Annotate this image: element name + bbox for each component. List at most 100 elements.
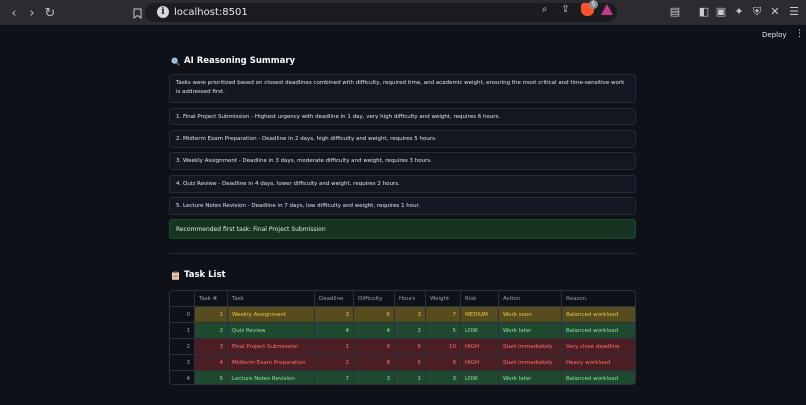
weight-cell[interactable]: 3 (426, 371, 461, 384)
deadline-cell[interactable]: 3 (315, 307, 354, 323)
column-header-hours[interactable]: Hours (395, 291, 426, 307)
app-header (0, 25, 806, 45)
reader-mode-icon[interactable]: ▤ (668, 5, 682, 19)
weight-cell[interactable]: 9 (426, 355, 461, 371)
deadline-cell[interactable]: 1 (315, 339, 354, 355)
table-row[interactable]: 1 2 Quiz Review 4 4 2 5 LOW Work later Balanced w… (170, 323, 635, 339)
task-name-cell[interactable]: Lecture Notes Revision (228, 371, 315, 384)
deadline-cell[interactable]: 2 (315, 355, 354, 371)
hours-cell[interactable]: 3 (395, 307, 426, 323)
column-header-risk[interactable]: Risk (461, 291, 499, 307)
magnifying-glass-icon (171, 57, 180, 66)
deadline-cell[interactable]: 4 (315, 323, 354, 339)
risk-cell[interactable]: MEDIUM (461, 307, 499, 323)
difficulty-cell[interactable]: 9 (354, 339, 395, 355)
reasoning-intro: Tasks were prioritized based on closest … (169, 74, 636, 103)
reason-cell[interactable]: Balanced workload (562, 307, 635, 323)
brave-rewards-icon[interactable] (601, 4, 613, 15)
difficulty-cell[interactable]: 4 (354, 323, 395, 339)
row-index[interactable]: 4 (170, 371, 195, 384)
vpn-icon[interactable]: ⛨ (750, 5, 764, 19)
table-row[interactable]: 0 1 Weekly Assignment 3 6 3 7 MEDIUM Work soon Ba… (170, 307, 635, 323)
weight-cell[interactable]: 10 (426, 339, 461, 355)
task-number-cell[interactable]: 4 (195, 355, 228, 371)
main-menu-icon[interactable]: ⋮ (795, 29, 804, 39)
reason-cell[interactable]: Balanced workload (562, 371, 635, 384)
reasoning-item: 4. Quiz Review - Deadline in 4 days, low… (169, 175, 636, 193)
difficulty-cell[interactable]: 6 (354, 307, 395, 323)
table-row[interactable]: 2 3 Final Project Submission 1 9 6 10 HIGH Start… (170, 339, 635, 355)
column-header-weight[interactable]: Weight (426, 291, 461, 307)
row-index[interactable]: 1 (170, 323, 195, 339)
task-name-cell[interactable]: Midterm Exam Preparation (228, 355, 315, 371)
hours-cell[interactable]: 2 (395, 323, 426, 339)
hours-cell[interactable]: 6 (395, 339, 426, 355)
leo-ai-icon[interactable]: ✦ (732, 5, 746, 19)
task-name-cell[interactable]: Quiz Review (228, 323, 315, 339)
task-table[interactable]: Task # Task Deadline Difficulty Hours We… (169, 290, 636, 385)
table-row[interactable]: 4 5 Lecture Notes Revision 7 3 1 3 LOW Work late… (170, 371, 635, 384)
risk-cell[interactable]: HIGH (461, 355, 499, 371)
reasoning-item: 5. Lecture Notes Revision - Deadline in … (169, 197, 636, 215)
table-header-row: Task # Task Deadline Difficulty Hours We… (170, 291, 635, 307)
sidebar-icon[interactable]: ◧ (697, 5, 711, 19)
browser-toolbar: ‹ › ↻ i localhost:8501 ⌕ ⇪ 5 ▤ ◧ ▣ ✦ ⛨ ✕… (0, 0, 806, 25)
section-divider (169, 253, 636, 254)
column-header-task-number[interactable]: Task # (195, 291, 228, 307)
row-index[interactable]: 3 (170, 355, 195, 371)
action-cell[interactable]: Start immediately (499, 355, 562, 371)
action-cell[interactable]: Work later (499, 323, 562, 339)
risk-cell[interactable]: HIGH (461, 339, 499, 355)
reason-cell[interactable]: Heavy workload (562, 355, 635, 371)
deadline-cell[interactable]: 7 (315, 371, 354, 384)
task-number-cell[interactable]: 1 (195, 307, 228, 323)
hours-cell[interactable]: 5 (395, 355, 426, 371)
zoom-icon[interactable]: ⌕ (538, 3, 551, 16)
task-number-cell[interactable]: 3 (195, 339, 228, 355)
reload-icon[interactable]: ↻ (42, 5, 58, 21)
column-header-task[interactable]: Task (228, 291, 315, 307)
bookmark-icon[interactable] (129, 5, 145, 21)
extensions-icon[interactable]: ✕ (768, 5, 782, 19)
column-header-action[interactable]: Action (499, 291, 562, 307)
action-cell[interactable]: Work later (499, 371, 562, 384)
task-list-title: Task List (184, 270, 226, 280)
reasoning-summary-title: AI Reasoning Summary (184, 56, 296, 66)
reasoning-summary-heading: AI Reasoning Summary (171, 56, 295, 66)
task-name-cell[interactable]: Final Project Submission (228, 339, 315, 355)
reason-cell[interactable]: Very close deadline (562, 339, 635, 355)
column-header-difficulty[interactable]: Difficulty (354, 291, 395, 307)
share-icon[interactable]: ⇪ (559, 3, 572, 16)
column-header-deadline[interactable]: Deadline (315, 291, 354, 307)
table-row[interactable]: 3 4 Midterm Exam Preparation 2 8 5 9 HIGH Start … (170, 355, 635, 371)
task-number-cell[interactable]: 5 (195, 371, 228, 384)
action-cell[interactable]: Work soon (499, 307, 562, 323)
difficulty-cell[interactable]: 8 (354, 355, 395, 371)
action-cell[interactable]: Start immediately (499, 339, 562, 355)
url-text[interactable]: localhost:8501 (174, 5, 248, 20)
column-header-reason[interactable]: Reason (562, 291, 635, 307)
column-header-index[interactable] (170, 291, 195, 307)
task-name-cell[interactable]: Weekly Assignment (228, 307, 315, 323)
browser-menu-icon[interactable]: ☰ (787, 5, 801, 19)
row-index[interactable]: 0 (170, 307, 195, 323)
risk-cell[interactable]: LOW (461, 323, 499, 339)
reasoning-item: 2. Midterm Exam Preparation - Deadline i… (169, 130, 636, 148)
difficulty-cell[interactable]: 3 (354, 371, 395, 384)
weight-cell[interactable]: 5 (426, 323, 461, 339)
back-icon[interactable]: ‹ (6, 5, 22, 21)
reasoning-item: 3. Weekly Assignment - Deadline in 3 day… (169, 152, 636, 170)
wallet-icon[interactable]: ▣ (714, 5, 728, 19)
reason-cell[interactable]: Balanced workload (562, 323, 635, 339)
hours-cell[interactable]: 1 (395, 371, 426, 384)
recommendation-alert: Recommended first task: Final Project Su… (169, 219, 636, 239)
clipboard-icon (171, 270, 180, 280)
task-number-cell[interactable]: 2 (195, 323, 228, 339)
risk-cell[interactable]: LOW (461, 371, 499, 384)
weight-cell[interactable]: 7 (426, 307, 461, 323)
forward-icon[interactable]: › (24, 5, 40, 21)
row-index[interactable]: 2 (170, 339, 195, 355)
reasoning-item: 1. Final Project Submission - Highest ur… (169, 108, 636, 125)
deploy-button[interactable]: Deploy (762, 30, 787, 40)
site-info-icon[interactable]: i (157, 6, 169, 18)
